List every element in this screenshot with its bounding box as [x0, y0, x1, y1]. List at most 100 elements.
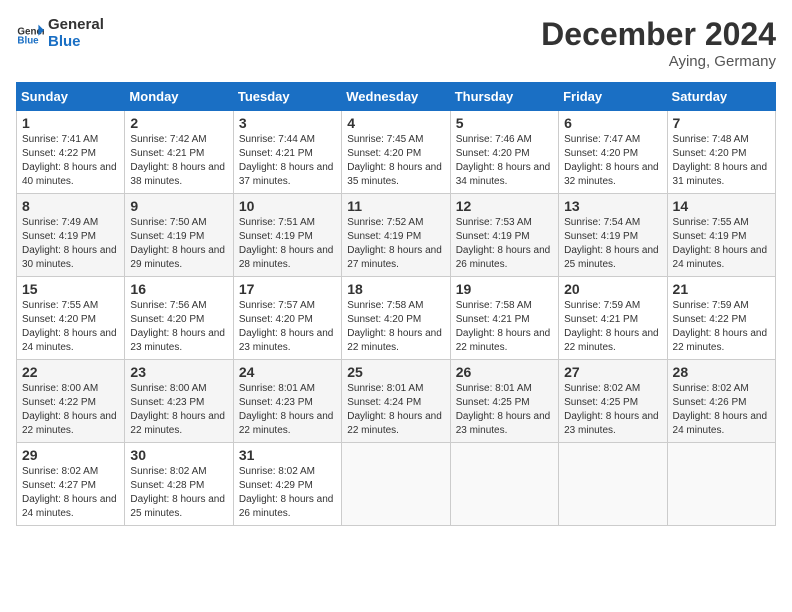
calendar-day-26: 26 Sunrise: 8:01 AMSunset: 4:25 PMDayligh…: [450, 360, 558, 443]
day-number: 27: [564, 364, 661, 380]
calendar-day-3: 3 Sunrise: 7:44 AMSunset: 4:21 PMDaylight…: [233, 111, 341, 194]
calendar-header-row: SundayMondayTuesdayWednesdayThursdayFrid…: [17, 83, 776, 111]
calendar-table: SundayMondayTuesdayWednesdayThursdayFrid…: [16, 82, 776, 526]
day-sunrise: Sunrise: 7:58 AMSunset: 4:21 PMDaylight:…: [456, 300, 551, 353]
calendar-day-10: 10 Sunrise: 7:51 AMSunset: 4:19 PMDayligh…: [233, 194, 341, 277]
calendar-day-12: 12 Sunrise: 7:53 AMSunset: 4:19 PMDayligh…: [450, 194, 558, 277]
day-number: 10: [239, 198, 336, 214]
calendar-day-7: 7Sunrise: 7:48 AMSunset: 4:20 PMDaylight…: [667, 111, 775, 194]
day-sunrise: Sunrise: 8:01 AMSunset: 4:25 PMDaylight:…: [456, 383, 551, 436]
day-number: 16: [130, 281, 227, 297]
day-sunrise: Sunrise: 7:54 AMSunset: 4:19 PMDaylight:…: [564, 217, 659, 270]
page-header: General Blue GeneralBlue December 2024 A…: [16, 16, 776, 70]
header-wednesday: Wednesday: [342, 83, 450, 111]
header-friday: Friday: [559, 83, 667, 111]
day-sunrise: Sunrise: 7:46 AMSunset: 4:20 PMDaylight:…: [456, 134, 551, 187]
day-number: 19: [456, 281, 553, 297]
day-number: 11: [347, 198, 444, 214]
day-number: 29: [22, 447, 119, 463]
calendar-subtitle: Aying, Germany: [541, 53, 776, 70]
day-number: 1: [22, 115, 119, 131]
day-sunrise: Sunrise: 8:02 AMSunset: 4:27 PMDaylight:…: [22, 466, 117, 519]
day-sunrise: Sunrise: 8:02 AMSunset: 4:25 PMDaylight:…: [564, 383, 659, 436]
calendar-day-13: 13 Sunrise: 7:54 AMSunset: 4:19 PMDayligh…: [559, 194, 667, 277]
calendar-day-6: 6 Sunrise: 7:47 AMSunset: 4:20 PMDaylight…: [559, 111, 667, 194]
day-sunrise: Sunrise: 7:56 AMSunset: 4:20 PMDaylight:…: [130, 300, 225, 353]
day-sunrise: Sunrise: 7:44 AMSunset: 4:21 PMDaylight:…: [239, 134, 334, 187]
day-sunrise: Sunrise: 7:45 AMSunset: 4:20 PMDaylight:…: [347, 134, 442, 187]
calendar-day-22: 22 Sunrise: 8:00 AMSunset: 4:22 PMDayligh…: [17, 360, 125, 443]
day-sunrise: Sunrise: 7:59 AMSunset: 4:21 PMDaylight:…: [564, 300, 659, 353]
calendar-day-5: 5 Sunrise: 7:46 AMSunset: 4:20 PMDaylight…: [450, 111, 558, 194]
title-block: December 2024 Aying, Germany: [541, 16, 776, 70]
calendar-week-1: 1 Sunrise: 7:41 AMSunset: 4:22 PMDaylight…: [17, 111, 776, 194]
calendar-day-1: 1 Sunrise: 7:41 AMSunset: 4:22 PMDaylight…: [17, 111, 125, 194]
day-sunrise: Sunrise: 8:00 AMSunset: 4:22 PMDaylight:…: [22, 383, 117, 436]
calendar-day-8: 8 Sunrise: 7:49 AMSunset: 4:19 PMDaylight…: [17, 194, 125, 277]
day-sunrise: Sunrise: 8:01 AMSunset: 4:23 PMDaylight:…: [239, 383, 334, 436]
calendar-empty-cell: [342, 443, 450, 526]
calendar-day-4: 4Sunrise: 7:45 AMSunset: 4:20 PMDaylight…: [342, 111, 450, 194]
calendar-body: 1 Sunrise: 7:41 AMSunset: 4:22 PMDaylight…: [17, 111, 776, 526]
logo-text: GeneralBlue: [48, 16, 104, 51]
day-sunrise: Sunrise: 7:47 AMSunset: 4:20 PMDaylight:…: [564, 134, 659, 187]
day-number: 13: [564, 198, 661, 214]
calendar-week-3: 15Sunrise: 7:55 AMSunset: 4:20 PMDayligh…: [17, 277, 776, 360]
day-sunrise: Sunrise: 7:57 AMSunset: 4:20 PMDaylight:…: [239, 300, 334, 353]
header-tuesday: Tuesday: [233, 83, 341, 111]
day-number: 24: [239, 364, 336, 380]
day-sunrise: Sunrise: 8:02 AMSunset: 4:26 PMDaylight:…: [673, 383, 768, 436]
day-number: 25: [347, 364, 444, 380]
calendar-day-11: 11 Sunrise: 7:52 AMSunset: 4:19 PMDayligh…: [342, 194, 450, 277]
day-sunrise: Sunrise: 7:58 AMSunset: 4:20 PMDaylight:…: [347, 300, 442, 353]
day-sunrise: Sunrise: 7:53 AMSunset: 4:19 PMDaylight:…: [456, 217, 551, 270]
day-sunrise: Sunrise: 7:50 AMSunset: 4:19 PMDaylight:…: [130, 217, 225, 270]
calendar-day-20: 20 Sunrise: 7:59 AMSunset: 4:21 PMDayligh…: [559, 277, 667, 360]
day-sunrise: Sunrise: 7:52 AMSunset: 4:19 PMDaylight:…: [347, 217, 442, 270]
calendar-title: December 2024: [541, 16, 776, 53]
calendar-empty-cell: [450, 443, 558, 526]
day-number: 26: [456, 364, 553, 380]
day-sunrise: Sunrise: 7:49 AMSunset: 4:19 PMDaylight:…: [22, 217, 117, 270]
header-sunday: Sunday: [17, 83, 125, 111]
day-sunrise: Sunrise: 8:02 AMSunset: 4:28 PMDaylight:…: [130, 466, 225, 519]
calendar-day-16: 16 Sunrise: 7:56 AMSunset: 4:20 PMDayligh…: [125, 277, 233, 360]
svg-text:Blue: Blue: [17, 36, 39, 47]
day-number: 12: [456, 198, 553, 214]
header-saturday: Saturday: [667, 83, 775, 111]
calendar-day-23: 23Sunrise: 8:00 AMSunset: 4:23 PMDayligh…: [125, 360, 233, 443]
calendar-week-2: 8 Sunrise: 7:49 AMSunset: 4:19 PMDaylight…: [17, 194, 776, 277]
day-number: 22: [22, 364, 119, 380]
day-number: 15: [22, 281, 119, 297]
day-sunrise: Sunrise: 8:02 AMSunset: 4:29 PMDaylight:…: [239, 466, 334, 519]
day-number: 28: [673, 364, 770, 380]
calendar-day-27: 27 Sunrise: 8:02 AMSunset: 4:25 PMDayligh…: [559, 360, 667, 443]
day-sunrise: Sunrise: 7:51 AMSunset: 4:19 PMDaylight:…: [239, 217, 334, 270]
day-number: 9: [130, 198, 227, 214]
day-number: 5: [456, 115, 553, 131]
day-number: 14: [673, 198, 770, 214]
day-number: 3: [239, 115, 336, 131]
day-number: 30: [130, 447, 227, 463]
calendar-day-9: 9 Sunrise: 7:50 AMSunset: 4:19 PMDaylight…: [125, 194, 233, 277]
day-number: 21: [673, 281, 770, 297]
calendar-day-25: 25 Sunrise: 8:01 AMSunset: 4:24 PMDayligh…: [342, 360, 450, 443]
day-sunrise: Sunrise: 8:01 AMSunset: 4:24 PMDaylight:…: [347, 383, 442, 436]
day-sunrise: Sunrise: 7:59 AMSunset: 4:22 PMDaylight:…: [673, 300, 768, 353]
calendar-day-2: 2Sunrise: 7:42 AMSunset: 4:21 PMDaylight…: [125, 111, 233, 194]
day-number: 6: [564, 115, 661, 131]
calendar-day-14: 14 Sunrise: 7:55 AMSunset: 4:19 PMDayligh…: [667, 194, 775, 277]
day-number: 7: [673, 115, 770, 131]
day-sunrise: Sunrise: 7:55 AMSunset: 4:19 PMDaylight:…: [673, 217, 768, 270]
calendar-day-28: 28 Sunrise: 8:02 AMSunset: 4:26 PMDayligh…: [667, 360, 775, 443]
calendar-empty-cell: [667, 443, 775, 526]
day-number: 23: [130, 364, 227, 380]
logo-icon: General Blue: [16, 19, 44, 47]
logo: General Blue GeneralBlue: [16, 16, 104, 51]
day-number: 8: [22, 198, 119, 214]
day-number: 20: [564, 281, 661, 297]
day-sunrise: Sunrise: 7:41 AMSunset: 4:22 PMDaylight:…: [22, 134, 117, 187]
header-monday: Monday: [125, 83, 233, 111]
calendar-day-17: 17Sunrise: 7:57 AMSunset: 4:20 PMDayligh…: [233, 277, 341, 360]
calendar-day-19: 19 Sunrise: 7:58 AMSunset: 4:21 PMDayligh…: [450, 277, 558, 360]
